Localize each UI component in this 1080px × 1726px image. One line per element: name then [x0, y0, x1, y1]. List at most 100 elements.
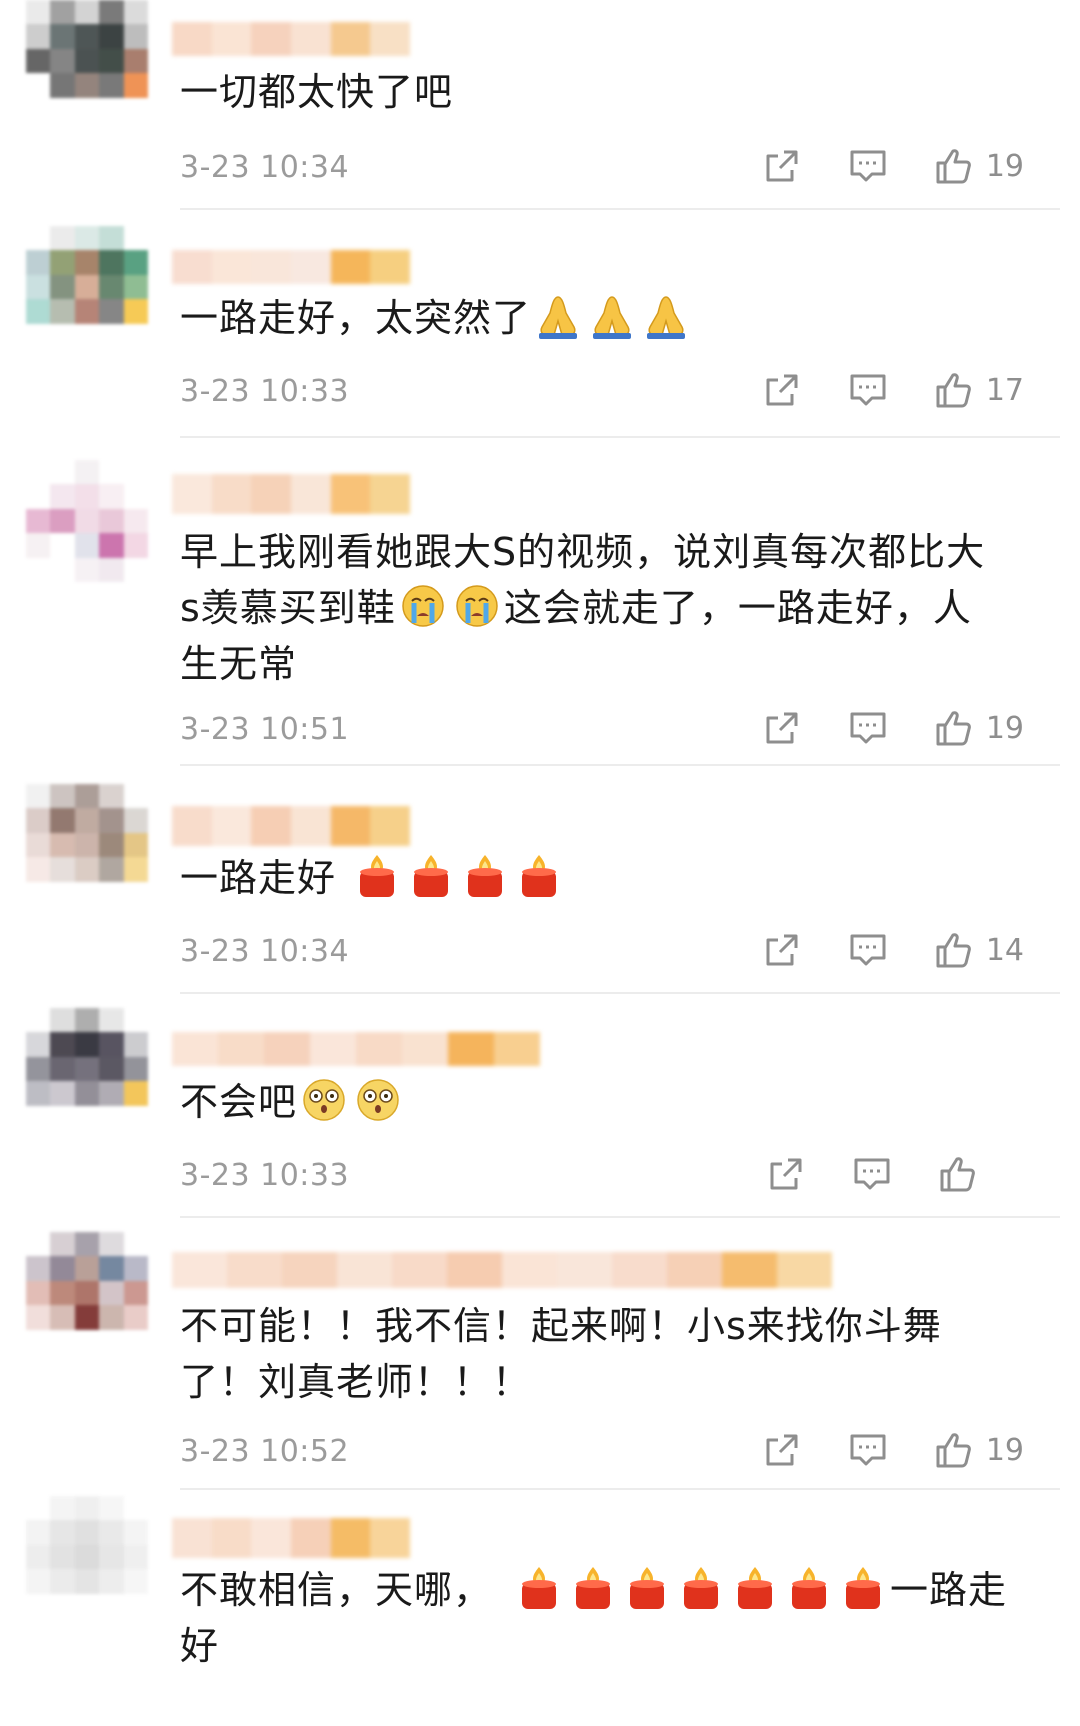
divider: [180, 764, 1060, 766]
comment-text-line: 这会就走了，一路走好，人: [503, 586, 972, 630]
like-count: 19: [985, 710, 1024, 746]
comment-text: 不可能！！我不信！起来啊！小s来找你斗舞 了！刘真老师！！！: [180, 1298, 1020, 1410]
username-blurred[interactable]: [172, 1518, 411, 1558]
comment-text-line: 好: [180, 1624, 220, 1668]
candle-emoji: [468, 855, 503, 897]
share-button[interactable]: [762, 370, 802, 410]
avatar[interactable]: [26, 1008, 148, 1130]
comment-text-line: 不可能！！我不信！起来啊！小s来找你斗舞: [180, 1304, 942, 1348]
pray-emoji: [539, 296, 578, 339]
share-icon: [766, 1434, 798, 1466]
comment-timestamp: 3-23 10:52: [180, 1434, 350, 1469]
comment-text: 不敢相信，天哪， 一路走 好: [180, 1562, 1020, 1674]
comment-text: 早上我刚看她跟大S的视频，说刘真每次都比大 s羡慕买到鞋 这会就走了，一路走好，人…: [180, 524, 1020, 692]
comment-timestamp: 3-23 10:34: [180, 934, 350, 969]
username-blurred[interactable]: [172, 1252, 832, 1288]
reply-button[interactable]: [848, 370, 888, 410]
divider: [180, 1216, 1060, 1218]
comment-icon: [850, 150, 886, 182]
comment-text: 一路走好，太突然了: [180, 290, 1020, 346]
share-icon: [766, 934, 798, 966]
candle-emoji: [792, 1567, 827, 1609]
candle-emoji: [576, 1567, 611, 1609]
thumbs-up-icon: [936, 1433, 971, 1468]
candle-emoji: [360, 855, 395, 897]
candle-emoji: [684, 1567, 719, 1609]
reply-button[interactable]: [848, 930, 888, 970]
reply-button[interactable]: [852, 1154, 892, 1194]
thumbs-up-icon: [936, 933, 971, 968]
comment-icon: [854, 1158, 890, 1190]
like-count: 19: [985, 1432, 1024, 1468]
shocked-emoji: [357, 1079, 399, 1121]
like-button[interactable]: 19: [934, 1430, 1024, 1470]
comment-text-line: 生无常: [180, 642, 298, 686]
reply-button[interactable]: [848, 1430, 888, 1470]
share-icon: [766, 374, 798, 406]
share-icon: [766, 712, 798, 744]
comment-text-line: 一路走好，太突然了: [180, 296, 532, 340]
comment-icon: [850, 374, 886, 406]
avatar[interactable]: [26, 460, 148, 582]
comment-text: 一切都太快了吧: [180, 64, 1020, 120]
username-blurred[interactable]: [172, 1032, 540, 1066]
username-blurred[interactable]: [172, 22, 411, 56]
comment-text-line: 一路走好: [180, 856, 337, 900]
share-button[interactable]: [762, 1430, 802, 1470]
like-button[interactable]: [938, 1154, 1024, 1194]
avatar[interactable]: [26, 1496, 148, 1618]
comment-text-line: 一路走: [890, 1568, 1008, 1612]
comment-text-line: 早上我刚看她跟大S的视频，说刘真每次都比大: [180, 530, 986, 574]
comment-timestamp: 3-23 10:33: [180, 1158, 350, 1193]
candle-emoji: [630, 1567, 665, 1609]
comment-icon: [850, 1434, 886, 1466]
comment-text-line: 了！刘真老师！！！: [180, 1360, 532, 1404]
username-blurred[interactable]: [172, 806, 411, 846]
avatar[interactable]: [26, 1232, 148, 1354]
shocked-emoji: [303, 1079, 345, 1121]
crying-emoji: [402, 585, 444, 627]
thumbs-up-icon: [936, 373, 971, 408]
divider: [180, 208, 1060, 210]
candle-emoji: [846, 1567, 881, 1609]
like-count: 17: [985, 372, 1024, 408]
share-button[interactable]: [762, 930, 802, 970]
comment-icon: [850, 712, 886, 744]
username-blurred[interactable]: [172, 474, 411, 514]
avatar[interactable]: [26, 784, 148, 906]
comment-text-line: s羡慕买到鞋: [180, 586, 396, 630]
like-button[interactable]: 17: [934, 370, 1024, 410]
share-button[interactable]: [766, 1154, 806, 1194]
share-button[interactable]: [762, 146, 802, 186]
pray-emoji: [647, 296, 686, 339]
comment-text: 一路走好: [180, 850, 1020, 906]
candle-emoji: [414, 855, 449, 897]
thumbs-up-icon: [936, 149, 971, 184]
like-button[interactable]: 19: [934, 146, 1024, 186]
like-count: 19: [985, 148, 1024, 184]
comment-text: 不会吧: [180, 1074, 1020, 1130]
share-icon: [766, 150, 798, 182]
comment-timestamp: 3-23 10:33: [180, 374, 350, 409]
candle-emoji: [738, 1567, 773, 1609]
comment-text-line: 不会吧: [180, 1080, 298, 1124]
candle-emoji: [522, 855, 557, 897]
comment-text-line: 一切都太快了吧: [180, 70, 454, 114]
avatar[interactable]: [26, 226, 148, 348]
like-button[interactable]: 14: [934, 930, 1024, 970]
reply-button[interactable]: [848, 146, 888, 186]
comment-timestamp: 3-23 10:51: [180, 712, 350, 747]
divider: [180, 1488, 1060, 1490]
username-blurred[interactable]: [172, 250, 411, 284]
crying-emoji: [456, 585, 498, 627]
like-count: 14: [985, 932, 1024, 968]
share-icon: [770, 1158, 802, 1190]
reply-button[interactable]: [848, 708, 888, 748]
divider: [180, 436, 1060, 438]
share-button[interactable]: [762, 708, 802, 748]
thumbs-up-icon: [936, 711, 971, 746]
comment-icon: [850, 934, 886, 966]
avatar[interactable]: [26, 0, 148, 122]
like-button[interactable]: 19: [934, 708, 1024, 748]
pray-emoji: [593, 296, 632, 339]
